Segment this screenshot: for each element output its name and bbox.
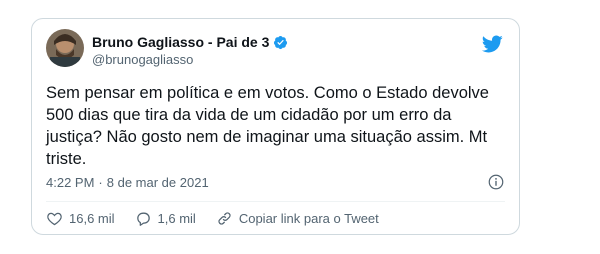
author-name-row[interactable]: Bruno Gagliasso - Pai de 3 bbox=[92, 34, 288, 50]
tweet-time[interactable]: 4:22 PM bbox=[46, 175, 94, 190]
reply-count: 1,6 mil bbox=[157, 211, 196, 226]
twitter-bird-icon[interactable] bbox=[481, 33, 503, 55]
heart-icon bbox=[47, 212, 62, 226]
tweet-text-line: justiça? Não gosto nem de imaginar uma s… bbox=[46, 128, 488, 146]
divider bbox=[46, 201, 505, 202]
tweet-card[interactable]: Bruno Gagliasso - Pai de 3 @brunogaglias… bbox=[31, 18, 520, 235]
reply-icon bbox=[136, 212, 150, 226]
tweet-actions: 16,6 mil 1,6 mil Copiar link para o Twee… bbox=[46, 210, 399, 227]
like-count: 16,6 mil bbox=[69, 211, 115, 226]
tweet-text-line: 500 dias que tira da vida de um cidadão … bbox=[46, 106, 452, 124]
link-icon bbox=[218, 212, 231, 225]
reply-button[interactable]: 1,6 mil bbox=[135, 210, 196, 227]
author-handle[interactable]: @brunogagliasso bbox=[92, 52, 193, 67]
tweet-text: Sem pensar em política e em votos. Como … bbox=[46, 82, 506, 170]
tweet-date[interactable]: 8 de mar de 2021 bbox=[107, 175, 209, 190]
author-display-name[interactable]: Bruno Gagliasso - Pai de 3 bbox=[92, 34, 269, 50]
verified-badge-icon bbox=[274, 35, 288, 49]
tweet-timestamp[interactable]: 4:22 PM · 8 de mar de 2021 bbox=[46, 175, 209, 190]
copy-link-label: Copiar link para o Tweet bbox=[238, 211, 379, 226]
tweet-text-line: Sem pensar em política e em votos. Como … bbox=[46, 84, 489, 102]
like-button[interactable]: 16,6 mil bbox=[46, 210, 115, 227]
timestamp-separator: · bbox=[98, 175, 103, 190]
tweet-text-line: triste. bbox=[46, 150, 87, 168]
info-icon[interactable] bbox=[487, 173, 505, 191]
avatar[interactable] bbox=[46, 29, 84, 67]
copy-link-button[interactable]: Copiar link para o Tweet bbox=[216, 210, 379, 227]
